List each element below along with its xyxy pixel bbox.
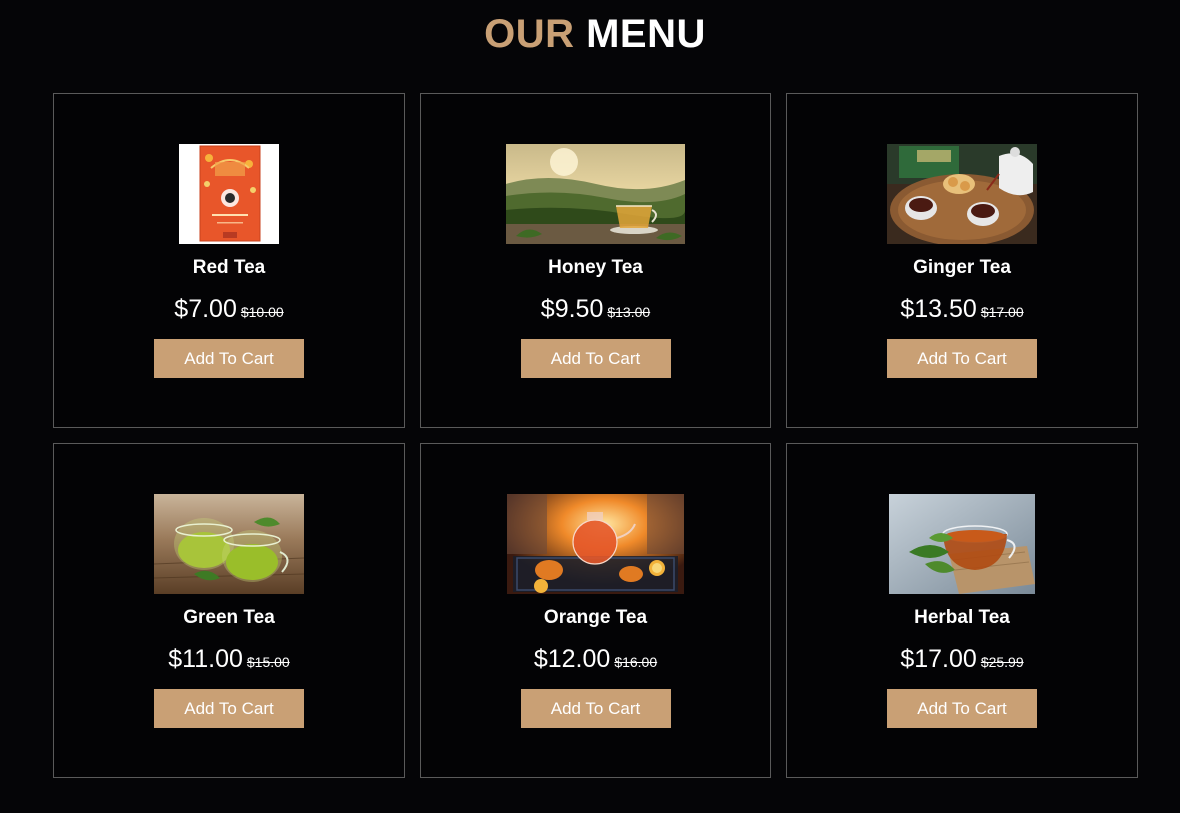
product-name: Red Tea xyxy=(192,257,266,278)
green-tea-cups-image[interactable] xyxy=(154,494,304,594)
product-name: Herbal Tea xyxy=(914,607,1010,628)
menu-heading: OUR MENU xyxy=(0,12,1180,56)
product-name: Green Tea xyxy=(183,607,275,628)
red-tea-box-image[interactable] xyxy=(179,144,279,244)
product-name: Honey Tea xyxy=(548,257,643,278)
product-old-price: $17.00 xyxy=(980,304,1024,320)
product-card-orange-tea: Orange Tea $12.00 $16.00 Add To Cart xyxy=(420,443,771,778)
heading-accent: OUR xyxy=(484,12,575,56)
add-to-cart-button[interactable]: Add To Cart xyxy=(887,689,1037,728)
add-to-cart-button[interactable]: Add To Cart xyxy=(887,339,1037,378)
product-card-ginger-tea: Ginger Tea $13.50 $17.00 Add To Cart xyxy=(786,93,1138,428)
product-card-red-tea: Red Tea $7.00 $10.00 Add To Cart xyxy=(53,93,405,428)
price-line: $7.00 $10.00 xyxy=(54,293,404,329)
price-line: $9.50 $13.00 xyxy=(421,293,770,329)
product-grid: Red Tea $7.00 $10.00 Add To Cart Honey T… xyxy=(53,93,1138,778)
product-price: $11.00 xyxy=(168,645,243,673)
product-old-price: $13.00 xyxy=(607,304,651,320)
orange-teapot-fireplace-image[interactable] xyxy=(507,494,684,594)
product-price: $13.50 xyxy=(900,295,977,323)
product-card-honey-tea: Honey Tea $9.50 $13.00 Add To Cart xyxy=(420,93,771,428)
product-price: $17.00 xyxy=(900,645,977,673)
tea-plantation-cup-image[interactable] xyxy=(506,144,685,244)
add-to-cart-button[interactable]: Add To Cart xyxy=(520,689,671,728)
product-price: $9.50 xyxy=(540,295,604,323)
add-to-cart-button[interactable]: Add To Cart xyxy=(154,689,304,728)
menu-page: OUR MENU Red Tea $7.00 $10.00 Add To Car… xyxy=(0,0,1180,813)
product-card-green-tea: Green Tea $11.00 $15.00 Add To Cart xyxy=(53,443,405,778)
price-line: $12.00 $16.00 xyxy=(421,643,770,679)
product-price: $12.00 xyxy=(533,645,611,673)
product-old-price: $25.99 xyxy=(980,654,1024,670)
product-old-price: $16.00 xyxy=(614,654,658,670)
add-to-cart-button[interactable]: Add To Cart xyxy=(520,339,671,378)
price-line: $17.00 $25.99 xyxy=(787,643,1137,679)
heading-rest: MENU xyxy=(586,12,706,56)
product-old-price: $10.00 xyxy=(240,304,284,320)
product-price: $7.00 xyxy=(174,295,237,323)
add-to-cart-button[interactable]: Add To Cart xyxy=(154,339,304,378)
product-name: Ginger Tea xyxy=(913,257,1011,278)
product-card-herbal-tea: Herbal Tea $17.00 $25.99 Add To Cart xyxy=(786,443,1138,778)
product-name: Orange Tea xyxy=(543,607,648,628)
product-old-price: $15.00 xyxy=(246,654,290,670)
herbal-tea-cup-image[interactable] xyxy=(889,494,1035,594)
tea-tray-cups-image[interactable] xyxy=(887,144,1037,244)
price-line: $11.00 $15.00 xyxy=(54,643,404,679)
price-line: $13.50 $17.00 xyxy=(787,293,1137,329)
